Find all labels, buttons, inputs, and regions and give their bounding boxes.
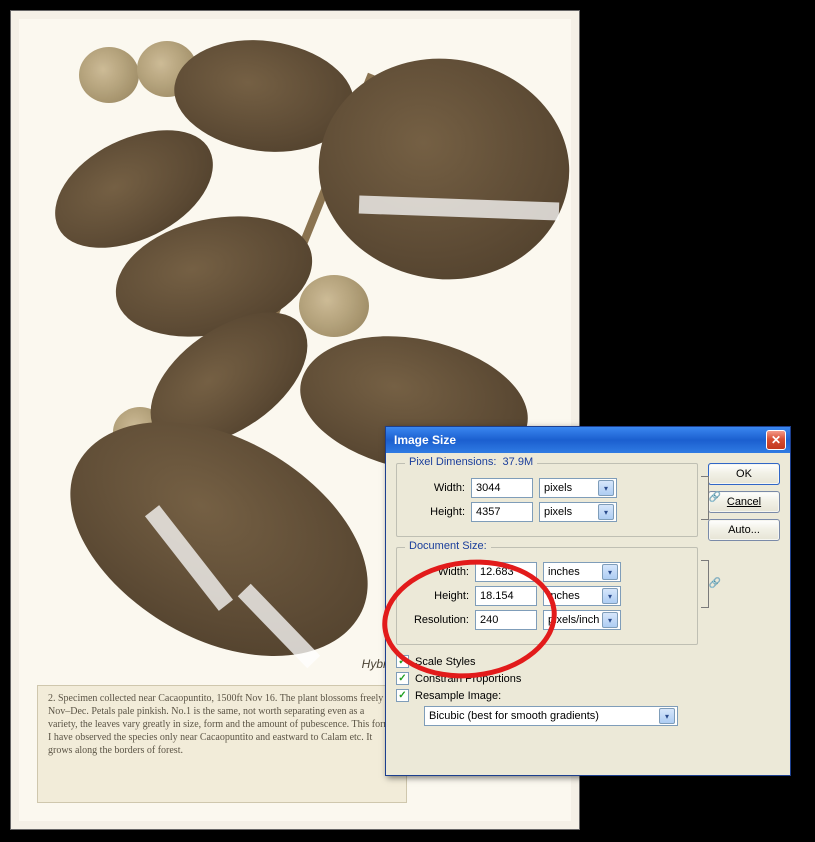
resample-image-checkbox[interactable]: ✓ [396,689,409,702]
ok-button[interactable]: OK [708,463,780,485]
scale-styles-label: Scale Styles [415,656,476,668]
document-size-legend: Document Size: [405,540,491,552]
pixel-height-label: Height: [407,506,465,518]
resample-image-label: Resample Image: [415,690,501,702]
image-size-dialog: Image Size ✕ Pixel Dimensions: 37.9M Wid… [385,426,791,776]
resample-image-row: ✓ Resample Image: [396,689,698,702]
close-icon: ✕ [771,433,781,447]
link-icon: 🔗 [709,492,721,503]
flower-cluster [79,47,139,103]
close-button[interactable]: ✕ [766,430,786,450]
scale-styles-checkbox[interactable]: ✓ [396,655,409,668]
dialog-button-column: OK Cancel Auto... [708,463,780,730]
pixel-dimensions-size: 37.9M [503,456,534,468]
constrain-proportions-row: ✓ Constrain Proportions [396,672,698,685]
chevron-down-icon: ▾ [659,708,675,724]
pixel-dimensions-group: Pixel Dimensions: 37.9M Width: pixels ▾ … [396,463,698,537]
doc-resolution-input[interactable] [475,610,537,630]
chevron-down-icon: ▾ [602,612,618,628]
collection-label: 2. Specimen collected near Cacaopuntito,… [37,685,407,803]
pixel-width-input[interactable] [471,478,533,498]
doc-width-input[interactable] [475,562,537,582]
legend-label: Pixel Dimensions: [409,456,496,468]
dialog-title: Image Size [394,433,766,447]
pixel-height-unit-select[interactable]: pixels ▾ [539,502,617,522]
chevron-down-icon: ▾ [598,504,614,520]
pixel-height-input[interactable] [471,502,533,522]
select-value: inches [548,566,602,578]
dialog-titlebar[interactable]: Image Size ✕ [386,427,790,453]
resample-method-select[interactable]: Bicubic (best for smooth gradients) ▾ [424,706,678,726]
document-size-group: Document Size: Width: inches ▾ Height: i… [396,547,698,645]
doc-height-row: Height: inches ▾ [407,586,667,606]
scale-styles-row: ✓ Scale Styles [396,655,698,668]
flower-cluster [299,275,369,337]
dialog-body: Pixel Dimensions: 37.9M Width: pixels ▾ … [386,453,790,738]
select-value: Bicubic (best for smooth gradients) [429,710,659,722]
select-value: inches [548,590,602,602]
select-value: pixels [544,506,598,518]
label-text: 2. Specimen collected near Cacaopuntito,… [48,693,391,756]
doc-height-label: Height: [407,590,469,602]
auto-button[interactable]: Auto... [708,519,780,541]
link-icon: 🔗 [709,578,721,589]
doc-height-unit-select[interactable]: inches ▾ [543,586,621,606]
select-value: pixels/inch [548,614,602,626]
chevron-down-icon: ▾ [598,480,614,496]
chevron-down-icon: ▾ [602,564,618,580]
dialog-left-column: Pixel Dimensions: 37.9M Width: pixels ▾ … [396,463,698,730]
doc-width-unit-select[interactable]: inches ▾ [543,562,621,582]
doc-height-input[interactable] [475,586,537,606]
resample-method-row: Bicubic (best for smooth gradients) ▾ [424,706,698,726]
pixel-width-row: Width: pixels ▾ [407,478,667,498]
doc-width-row: Width: inches ▾ [407,562,667,582]
doc-resolution-unit-select[interactable]: pixels/inch ▾ [543,610,621,630]
constrain-proportions-checkbox[interactable]: ✓ [396,672,409,685]
doc-resolution-row: Resolution: pixels/inch ▾ [407,610,667,630]
doc-width-label: Width: [407,566,469,578]
pixel-width-unit-select[interactable]: pixels ▾ [539,478,617,498]
doc-resolution-label: Resolution: [407,614,469,626]
constrain-proportions-label: Constrain Proportions [415,673,521,685]
select-value: pixels [544,482,598,494]
pixel-dimensions-legend: Pixel Dimensions: 37.9M [405,456,537,468]
chevron-down-icon: ▾ [602,588,618,604]
pixel-width-label: Width: [407,482,465,494]
pixel-height-row: Height: pixels ▾ [407,502,667,522]
